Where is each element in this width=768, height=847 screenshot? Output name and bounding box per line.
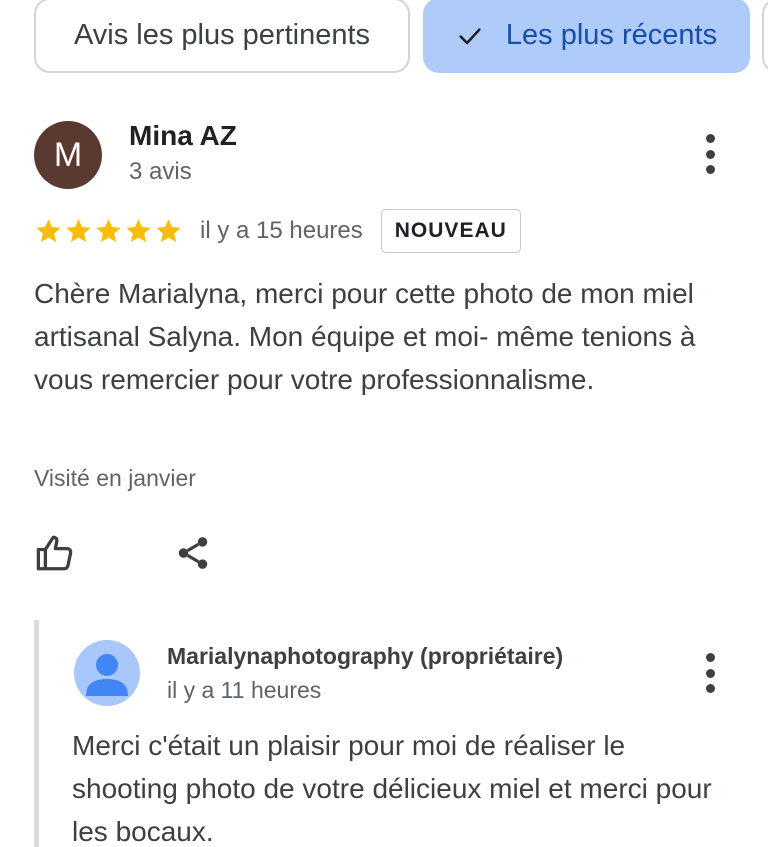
star-rating [34,217,184,245]
review-text: Chère Marialyna, merci pour cette photo … [34,278,696,395]
star-icon [156,219,181,243]
sort-chip-most-relevant-label: Avis les plus pertinents [73,19,371,51]
thumbs-up-icon[interactable] [34,532,76,574]
star-icon [126,219,151,243]
person-icon [86,654,128,696]
more-vert-icon-dot [705,684,715,693]
reviews-page: Avis les plus pertinents Les plus récent… [0,0,768,847]
more-vert-icon-dot [705,165,715,174]
owner-reply-time: il y a 11 heures [167,677,322,703]
star-icon [96,219,121,243]
new-badge: NOUVEAU [380,209,521,253]
more-vert-icon-dot [705,653,715,662]
owner-avatar[interactable] [74,640,140,706]
review-time: il y a 15 heures [200,217,363,244]
sort-chip-newest-label: Les plus récents [505,19,718,51]
sort-chip-newest[interactable]: Les plus récents [423,0,750,73]
reviewer-avatar[interactable]: M [34,121,102,189]
reviewer-name[interactable]: Mina AZ [129,120,237,152]
sort-chip-most-relevant[interactable]: Avis les plus pertinents [34,0,410,73]
reviewer-avatar-initial: M [53,135,83,174]
more-vert-icon-dot [705,149,715,159]
star-icon [66,219,91,243]
star-icon [36,219,61,243]
sort-chip-next[interactable] [762,0,768,73]
reply-more-options-button[interactable] [695,653,725,693]
review-more-options-button[interactable] [695,134,725,174]
owner-name: Marialynaphotography (propriétaire) [167,643,564,669]
reply-divider [34,620,39,847]
reviewer-review-count: 3 avis [129,158,192,185]
rating-row: il y a 15 heures NOUVEAU [34,208,521,254]
more-vert-icon-dot [705,668,715,678]
share-icon[interactable] [174,534,212,572]
owner-reply-text: Merci c'était un plaisir pour moi de réa… [72,730,712,847]
visited-date: Visité en janvier [34,465,196,491]
check-icon [459,27,481,44]
more-vert-icon-dot [705,134,715,143]
